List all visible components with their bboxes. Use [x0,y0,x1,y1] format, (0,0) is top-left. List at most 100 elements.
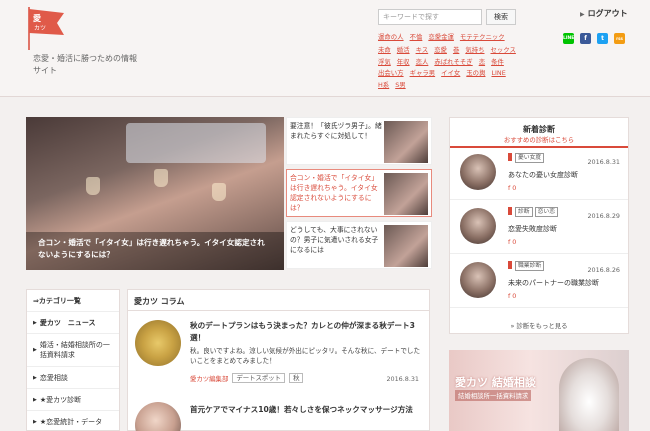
search-input[interactable]: キーワードで探す [378,9,482,25]
tag-link[interactable]: 婚活 [397,46,410,54]
category-love-consult[interactable]: ▶ 恋愛相談 [27,367,119,389]
article-thumbnail[interactable] [135,320,181,366]
category-news[interactable]: ▶ 愛カツ ニュース [27,312,119,334]
diagnostic-item[interactable]: 診断 恋い恋 2016.8.29 恋愛失敗度診断 f 0 [450,202,628,254]
site-logo[interactable]: 愛 カツ [24,5,68,51]
category-list-link[interactable]: ⇒カテゴリ一覧 [27,290,119,312]
svg-text:カツ: カツ [34,25,46,32]
tag-link[interactable]: 年収 [397,58,410,66]
side-article-thumbnail [384,173,428,215]
marriage-consult-banner[interactable]: 愛カツ 結婚相談 結婚相談所一括資料請求 [449,350,629,431]
tag-link[interactable]: 条件 [491,58,504,66]
tag-link[interactable]: 気持ち [465,46,484,54]
tag-marker [508,207,512,215]
tag-link[interactable]: 浮気 [378,58,391,66]
tag-link[interactable]: ギャラ男 [410,69,436,77]
tag-link[interactable]: 出会い方 [378,69,404,77]
tag-marker [508,153,512,161]
diagnostic-count: f 0 [508,238,517,246]
diagnostic-tag[interactable]: 診断 [515,207,533,217]
facebook-icon: f [508,184,511,192]
side-article-active[interactable]: 合コン・婚活で「イタイ女」は行き遅れちゃう。イタイ女認定されないようにするには？ [286,169,432,217]
diagnostic-tags: 憂い女度 [508,153,545,163]
hero-image-detail [154,169,168,187]
article-title[interactable]: 首元ケアでマイナス10歳！若々しさを保つネックマッサージ方法 [190,404,422,416]
tag-link[interactable]: H系 [378,81,389,89]
tag-link[interactable]: 不倫 [410,33,423,41]
category-diagnostics[interactable]: ▶ ★愛カツ診断 [27,389,119,411]
tag-link[interactable]: セックス [491,46,516,54]
svg-text:愛: 愛 [33,13,41,23]
tag-link[interactable]: 恋愛金運 [428,33,454,41]
divider [128,310,429,311]
article-author[interactable]: 愛カツ編集部 [190,374,228,383]
diagnostic-item[interactable]: 職業診断 2016.8.26 未来のパートナーの職業診断 f 0 [450,256,628,308]
article-thumbnail[interactable] [135,402,181,431]
facebook-icon[interactable]: f [580,33,591,44]
article-title[interactable]: 秋のデートプランはもう決まった？カレとの仲が深まる秋デート3選！ [190,320,422,344]
diagnostic-item[interactable]: 憂い女度 2016.8.31 あなたの憂い女度診断 f 0 [450,148,628,200]
tag-link[interactable]: S男 [395,81,405,89]
hero-image-detail [86,177,100,195]
tag-link[interactable]: モテテクニック [460,33,505,41]
hero-image-detail [212,183,226,201]
banner-subtitle: 結婚相談所一括資料請求 [455,390,532,401]
tag-link[interactable]: 赤ばれそそぎ [434,58,472,66]
tag-link[interactable]: イイ女 [441,69,460,77]
tag-link[interactable]: キス [416,46,429,54]
column-section: 愛カツ コラム 秋のデートプランはもう決まった？カレとの仲が深まる秋デート3選！… [127,289,430,431]
side-article-title: 合コン・婚活で「イタイ女」は行き遅れちゃう。イタイ女認定されないようにするには？ [290,174,379,212]
article-tag[interactable]: デートスポット [232,373,286,383]
side-article[interactable]: 要注意！「彼氏ヅラ男子」。緒まれたらすぐに対処して！ [286,117,432,165]
tag-link[interactable]: 運命の人 [378,33,404,41]
category-statistics[interactable]: ▶ ★恋愛統計・データ [27,411,119,431]
side-article-title: 要注意！「彼氏ヅラ男子」。緒まれたらすぐに対処して！ [290,122,382,140]
site-header: 愛 カツ 恋愛・婚活に勝つための情報サイト キーワードで探す 検索 ▶ ログアウト… [0,0,650,97]
side-article-list: 要注意！「彼氏ヅラ男子」。緒まれたらすぐに対処して！ 合コン・婚活で「イタイ女」… [286,117,432,270]
line-icon[interactable]: LINE [563,33,574,44]
diagnostics-title: 新着診断 [523,125,555,134]
facebook-icon: f [508,292,511,300]
diagnostic-tag[interactable]: 憂い女度 [515,153,545,163]
banner-title: 愛カツ 結婚相談 [455,376,536,389]
hero-article[interactable]: 合コン・婚活で「イタイ女」は行き遅れちゃう。イタイ女認定されないようにするには？ [26,117,284,270]
logout-link[interactable]: ▶ ログアウト [580,8,628,19]
site-tagline: 恋愛・婚活に勝つための情報サイト [33,54,137,75]
column-title: 愛カツ コラム [134,297,185,306]
arrow-right-icon: ▶ [33,374,37,381]
twitter-icon[interactable]: t [597,33,608,44]
more-diagnostics-link[interactable]: » 診断をもっと見る [450,321,628,330]
diagnostic-tags: 職業診断 [508,261,545,271]
side-article-thumbnail [384,121,428,163]
category-matchmaking[interactable]: ▶ 婚活・結婚相談所の一括資料請求 [27,334,119,367]
tag-link[interactable]: LINE [491,69,505,77]
tag-link[interactable]: 玉の輿 [466,69,485,77]
diagnostic-avatar [460,262,496,298]
article-tag[interactable]: 秋 [289,373,304,383]
diagnostic-name[interactable]: 未来のパートナーの職業診断 [508,278,599,288]
tag-link[interactable]: 未命 [378,46,391,54]
tag-link[interactable]: 恋愛 [434,46,447,54]
tag-row: H系 S男 [378,80,412,89]
arrow-right-icon: ▶ [580,11,585,18]
side-article[interactable]: どうしても、大事にされないの？男子に気遣いされる女子になるには [286,221,432,269]
arrow-right-icon: ▶ [33,319,37,326]
tag-link[interactable]: 恋人 [416,58,429,66]
diagnostic-count: f 0 [508,184,517,192]
diagnostic-name[interactable]: あなたの憂い女度診断 [508,170,578,180]
hero-caption[interactable]: 合コン・婚活で「イタイ女」は行き遅れちゃう。イタイ女認定されないようにするには？ [26,232,284,270]
diagnostic-tag[interactable]: 恋い恋 [534,207,559,217]
search-button[interactable]: 検索 [486,9,516,25]
diagnostics-subtitle[interactable]: おすすめの診断はこちら [450,135,628,144]
diagnostic-tag[interactable]: 職業診断 [515,261,545,271]
tag-link[interactable]: 巻 [453,46,459,54]
tag-row: 出会い方 ギャラ男 イイ女 玉の輿 LINE [378,68,512,77]
tag-marker [508,261,512,269]
category-nav: ⇒カテゴリ一覧 ▶ 愛カツ ニュース ▶ 婚活・結婚相談所の一括資料請求 ▶ 恋愛相談… [26,289,120,431]
diagnostic-name[interactable]: 恋愛失敗度診断 [508,224,557,234]
diagnostic-avatar [460,154,496,190]
new-diagnostics-panel: 新着診断 おすすめの診断はこちら 憂い女度 2016.8.31 あなたの憂い女度… [449,117,629,334]
tag-link[interactable]: 恋 [479,58,485,66]
arrow-right-icon: ▶ [33,347,37,353]
rss-icon[interactable]: rss [614,33,625,44]
